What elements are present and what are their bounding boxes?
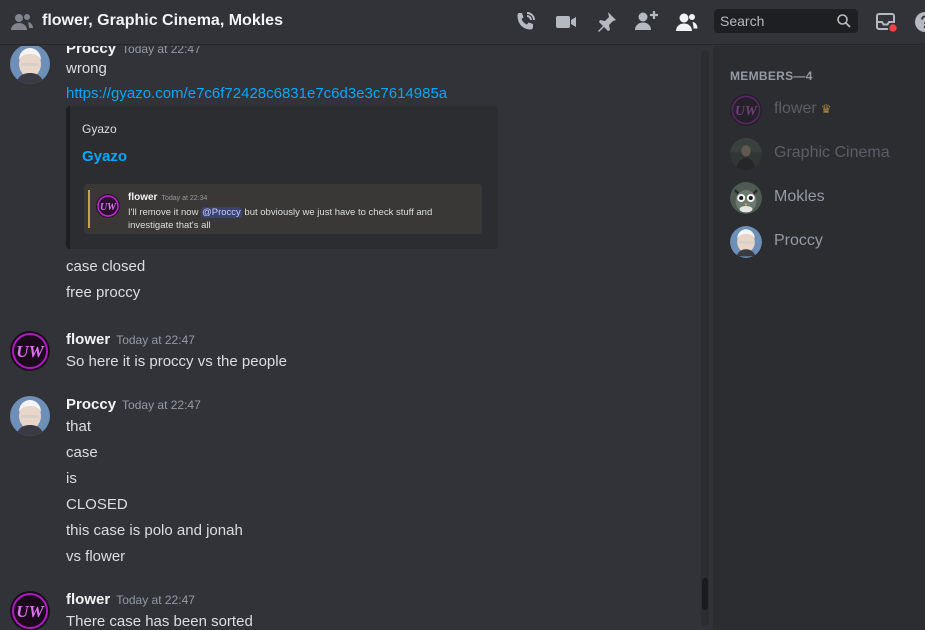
message-text: CLOSED xyxy=(66,496,128,513)
mention: @Proccy xyxy=(201,207,242,218)
member-list-icon[interactable] xyxy=(672,9,700,35)
svg-text:UW: UW xyxy=(16,602,45,621)
message-text: So here it is proccy vs the people xyxy=(66,353,287,370)
member-name: Mokles xyxy=(774,188,825,205)
avatar[interactable] xyxy=(10,396,50,436)
crown-icon: ♛ xyxy=(820,102,832,116)
message: Proccy Today at 22:47 that case is CLOSED… xyxy=(0,396,700,576)
search-bar[interactable] xyxy=(714,9,858,33)
channel-title: flower, Graphic Cinema, Mokles xyxy=(42,12,283,29)
embed-preview-text: I'll remove it now @Proccy but obviously… xyxy=(128,207,433,231)
message-author[interactable]: Proccy Today at 22:47 xyxy=(66,396,201,413)
help-icon[interactable] xyxy=(912,9,925,35)
message: UW flower Today at 22:47 There case has b… xyxy=(0,591,700,630)
group-dm-icon xyxy=(10,10,34,34)
message-timestamp: Today at 22:47 xyxy=(122,398,201,412)
embed-provider[interactable]: Gyazo xyxy=(82,122,117,136)
search-icon xyxy=(836,13,852,29)
embed-preview-avatar: UW xyxy=(96,194,120,218)
message-timestamp: Today at 22:47 xyxy=(122,46,201,56)
svg-text:UW: UW xyxy=(735,103,758,118)
member-list-heading: MEMBERS—4 xyxy=(730,69,813,83)
avatar xyxy=(730,226,762,258)
message-timestamp: Today at 22:47 xyxy=(116,593,195,607)
member-name: Graphic Cinema xyxy=(774,144,890,161)
message-text: wrong xyxy=(66,60,107,77)
member-name: flower ♛ xyxy=(774,100,832,117)
avatar: UW xyxy=(730,94,762,126)
embed-title[interactable]: Gyazo xyxy=(82,148,127,165)
link-embed: Gyazo Gyazo UW flower Today at 22:34 I'll… xyxy=(66,106,498,249)
avatar[interactable]: UW xyxy=(10,331,50,371)
scrollbar-thumb[interactable] xyxy=(702,578,708,610)
member-list: MEMBERS—4 UW flower ♛ Graphic Cinema Mokl… xyxy=(713,46,925,630)
member-item-mokles[interactable]: Mokles xyxy=(730,178,920,218)
message-link[interactable]: https://gyazo.com/e7c6f72428c6831e7c6d3e… xyxy=(66,85,447,102)
scrollbar-track[interactable] xyxy=(701,50,709,626)
message-text: vs flower xyxy=(66,548,126,565)
add-friends-icon[interactable] xyxy=(633,8,661,34)
message-text: case xyxy=(66,444,98,461)
message-text: that xyxy=(66,418,92,435)
svg-text:UW: UW xyxy=(16,342,45,361)
message: UW flower Today at 22:47 So here it is pr… xyxy=(0,331,700,381)
search-input[interactable] xyxy=(720,13,830,29)
avatar[interactable]: UW xyxy=(10,591,50,630)
message-text: There case has been sorted xyxy=(66,613,253,630)
message-list: Proccy Today at 22:47 wrong https://gyazo… xyxy=(0,46,712,630)
member-item-graphic-cinema[interactable]: Graphic Cinema xyxy=(730,134,920,174)
member-item-flower[interactable]: UW flower ♛ xyxy=(730,90,920,130)
inbox-icon[interactable] xyxy=(873,9,899,35)
message-text: is xyxy=(66,470,77,487)
message-text: free proccy xyxy=(66,284,141,301)
video-call-icon[interactable] xyxy=(553,9,579,35)
voice-call-icon[interactable] xyxy=(512,9,538,35)
message-author[interactable]: Proccy Today at 22:47 xyxy=(66,46,201,57)
avatar xyxy=(730,182,762,214)
message-author[interactable]: flower Today at 22:47 xyxy=(66,331,195,348)
app-window: flower, Graphic Cinema, Mokles Search Pr… xyxy=(0,0,925,630)
embed-preview-author: flower Today at 22:34 xyxy=(128,192,208,203)
embed-image[interactable]: UW flower Today at 22:34 I'll remove it n… xyxy=(84,184,482,234)
avatar[interactable] xyxy=(10,46,50,84)
channel-header: flower, Graphic Cinema, Mokles xyxy=(0,0,925,45)
message: Proccy Today at 22:47 wrong https://gyazo… xyxy=(0,46,700,310)
member-item-proccy[interactable]: Proccy xyxy=(730,222,920,262)
member-name: Proccy xyxy=(774,232,823,249)
message-text: this case is polo and jonah xyxy=(66,522,243,539)
avatar xyxy=(730,138,762,170)
svg-text:UW: UW xyxy=(100,202,117,213)
message-author[interactable]: flower Today at 22:47 xyxy=(66,591,195,608)
quote-bar xyxy=(88,190,90,228)
message-text: case closed xyxy=(66,258,146,275)
pin-icon[interactable] xyxy=(593,9,619,35)
message-timestamp: Today at 22:47 xyxy=(116,333,195,347)
